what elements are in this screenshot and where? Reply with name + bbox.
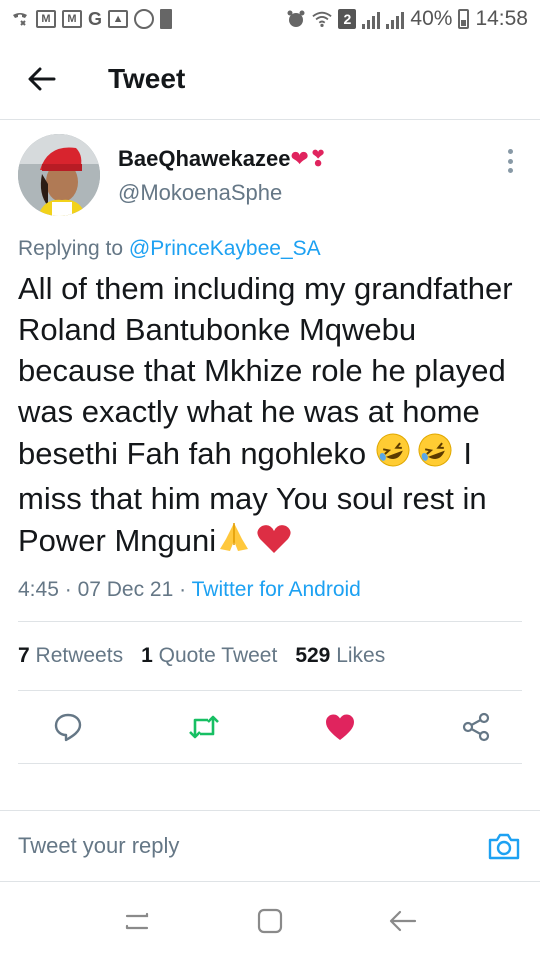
more-dot [507, 149, 513, 154]
tweet-stats: 7 Retweets 1 Quote Tweet 529 Likes [18, 622, 522, 690]
author-names: BaeQhawekazee❤❣ @MokoenaSphe [118, 146, 327, 206]
retweet-button[interactable] [184, 707, 224, 747]
replying-to-prefix: Replying to [18, 237, 124, 260]
home-button[interactable] [250, 901, 290, 941]
back-nav-button[interactable] [383, 901, 423, 941]
tweet-source-link[interactable]: Twitter for Android [192, 578, 361, 601]
tweet-text: All of them including my grandfather Rol… [18, 268, 518, 565]
pray-heart-emoji-icon [220, 523, 291, 553]
battery-icon [458, 9, 470, 29]
retweets-stat[interactable]: 7 Retweets [18, 644, 123, 668]
tweet-time: 4:45 [18, 578, 59, 601]
author-handle[interactable]: @MokoenaSphe [118, 180, 327, 206]
meta-separator: · [64, 578, 72, 601]
author-display-name[interactable]: BaeQhawekazee❤❣ [118, 146, 327, 172]
settings-icon [134, 9, 155, 29]
arrow-left-icon [28, 67, 56, 90]
laughing-emoji: 🤣🤣 [375, 432, 455, 478]
battery-percent: 40% [410, 7, 453, 30]
retweet-icon [189, 715, 219, 739]
gallery-icon: ▲ [108, 10, 129, 28]
quotes-count: 1 [141, 644, 153, 667]
sim-badge: 2 [338, 9, 357, 29]
replying-to: Replying to @PrinceKaybee_SA [18, 232, 522, 266]
author-name-text: BaeQhawekazee [118, 146, 291, 171]
reply-input[interactable] [18, 833, 438, 859]
tweet-meta: 4:45 · 07 Dec 21 · Twitter for Android [18, 573, 522, 607]
quote-tweets-stat[interactable]: 1 Quote Tweet [141, 644, 277, 668]
tweet-actions [18, 691, 522, 763]
author-name-emoji: ❤❣ [290, 146, 328, 171]
pray-heart-emoji: 🙏❤ [216, 519, 294, 565]
retweets-count: 7 [18, 644, 30, 667]
more-dot [507, 168, 513, 173]
system-nav-bar [0, 882, 540, 960]
quotes-label: Quote Tweet [158, 644, 278, 667]
like-button[interactable] [320, 707, 360, 747]
likes-count: 529 [295, 644, 331, 667]
camera-icon [488, 833, 520, 860]
back-button[interactable] [12, 49, 72, 109]
tweet-date: 07 Dec 21 [77, 578, 174, 601]
sd-card-icon [160, 9, 173, 29]
reply-composer [0, 810, 540, 882]
tweet-author-row: BaeQhawekazee❤❣ @MokoenaSphe [18, 120, 522, 232]
divider [18, 763, 522, 764]
home-icon [257, 908, 283, 934]
back-arrow-icon [390, 910, 417, 932]
signal-icon [362, 9, 381, 29]
status-bar: M M G ▲ 2 40% 14:58 [0, 0, 540, 38]
wifi-icon [312, 9, 333, 29]
google-icon: G [88, 8, 103, 29]
status-bar-notifications: M M G ▲ [10, 8, 173, 30]
gmail-icon: M [62, 10, 82, 28]
camera-button[interactable] [486, 828, 522, 864]
like-icon [326, 714, 354, 740]
likes-label: Likes [336, 644, 386, 667]
more-options-button[interactable] [498, 146, 522, 176]
more-dot [507, 158, 513, 164]
alarm-icon [286, 9, 306, 29]
avatar[interactable] [18, 134, 100, 216]
replying-to-link[interactable]: @PrinceKaybee_SA [129, 237, 321, 260]
signal-icon [386, 9, 405, 29]
missed-call-icon [10, 9, 30, 29]
reply-button[interactable] [48, 707, 88, 747]
meta-separator: · [179, 578, 187, 601]
gmail-icon: M [36, 10, 56, 28]
share-button[interactable] [456, 707, 496, 747]
reply-icon [54, 713, 82, 742]
recent-apps-button[interactable] [117, 901, 157, 941]
retweets-label: Retweets [35, 644, 124, 667]
status-bar-system: 2 40% 14:58 [286, 7, 528, 31]
recent-apps-icon [125, 912, 148, 930]
page-title: Tweet [108, 62, 186, 94]
likes-stat[interactable]: 529 Likes [295, 644, 385, 668]
avatar-photo [18, 134, 100, 216]
share-icon [462, 712, 490, 742]
laughing-emoji-icon [376, 433, 452, 467]
clock: 14:58 [475, 7, 528, 30]
app-header: Tweet [0, 38, 540, 120]
tweet: BaeQhawekazee❤❣ @MokoenaSphe Replying to… [0, 120, 540, 764]
